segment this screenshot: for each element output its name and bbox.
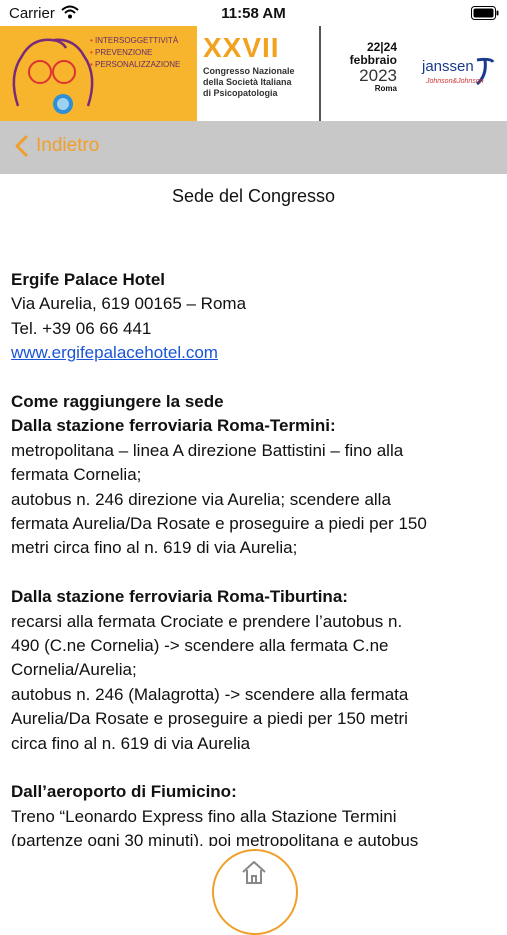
congress-name: Congresso Nazionale della Società Italia… <box>203 66 295 99</box>
theme-item: PERSONALIZZAZIONE <box>90 59 180 71</box>
congress-line: di Psicopatologia <box>203 88 278 98</box>
text-line: (partenze ogni 30 minuti), poi metropoli… <box>11 831 419 846</box>
venue-phone: Tel. +39 06 66 441 <box>11 318 152 338</box>
directions-heading: Come raggiungere la sede <box>11 392 224 412</box>
venue-content: Ergife Palace Hotel Via Aurelia, 619 001… <box>11 268 499 846</box>
text-line: autobus n. 246 (Malagrotta) -> scendere … <box>11 684 409 704</box>
text-line: metri circa fino al n. 619 di via Aureli… <box>11 538 298 558</box>
banner-logo-area: INTERSOGGETTIVITÀ PREVENZIONE PERSONALIZ… <box>0 26 197 121</box>
back-button[interactable]: Indietro <box>14 135 99 157</box>
battery-icon <box>471 6 499 25</box>
text-line: metropolitana – linea A direzione Battis… <box>11 440 404 460</box>
home-icon <box>242 861 266 884</box>
text-line: Cornelia/Aurelia; <box>11 660 137 680</box>
date-city: Roma <box>374 84 397 93</box>
theme-item: PREVENZIONE <box>90 47 180 59</box>
back-label: Indietro <box>36 135 100 156</box>
edition-number: XXVII <box>203 32 280 63</box>
text-line: Treno “Leonardo Express fino alla Stazio… <box>11 806 397 826</box>
text-line: circa fino al n. 619 di via Aurelia <box>11 733 251 753</box>
text-line: fermata Cornelia; <box>11 465 142 485</box>
congress-line: della Società Italiana <box>203 77 292 87</box>
venue-website-link[interactable]: www.ergifepalacehotel.com <box>11 343 218 362</box>
text-line: Aurelia/Da Rosate e proseguire a piedi p… <box>11 709 408 729</box>
text-line: recarsi alla fermata Crociate e prendere… <box>11 611 403 631</box>
fiumicino-heading: Dall’aeroporto di Fiumicino: <box>11 782 237 802</box>
date-year: 2023 <box>359 66 397 85</box>
navigation-bar: Indietro <box>0 121 507 174</box>
tiburtina-heading: Dalla stazione ferroviaria Roma-Tiburtin… <box>11 587 348 607</box>
clock: 11:58 AM <box>221 5 286 22</box>
congress-date: 22|24 febbraio 2023 Roma <box>327 40 397 93</box>
chevron-left-icon <box>15 135 28 157</box>
text-line: autobus n. 246 direzione via Aurelia; sc… <box>11 489 391 509</box>
bottom-tab-bar <box>0 846 507 935</box>
text-line: fermata Aurelia/Da Rosate e proseguire a… <box>11 514 427 534</box>
venue-name: Ergife Palace Hotel <box>11 270 166 289</box>
banner-themes: INTERSOGGETTIVITÀ PREVENZIONE PERSONALIZ… <box>90 35 180 71</box>
status-bar: Carrier 11:58 AM <box>0 0 507 26</box>
text-line: 490 (C.ne Cornelia) -> scendere alla fer… <box>11 636 389 656</box>
sponsor-subtitle: Johnson&Johnson <box>426 78 484 85</box>
banner-divider <box>319 26 321 121</box>
sponsor-logo: janssen <box>422 58 474 75</box>
theme-item: INTERSOGGETTIVITÀ <box>90 35 180 47</box>
termini-heading: Dalla stazione ferroviaria Roma-Termini: <box>11 416 336 436</box>
congress-line: Congresso Nazionale <box>203 66 295 76</box>
congress-banner: INTERSOGGETTIVITÀ PREVENZIONE PERSONALIZ… <box>0 26 507 121</box>
date-days: 22|24 <box>366 40 397 54</box>
venue-address: Via Aurelia, 619 00165 – Roma <box>11 294 247 314</box>
page-title: Sede del Congresso <box>171 186 336 206</box>
